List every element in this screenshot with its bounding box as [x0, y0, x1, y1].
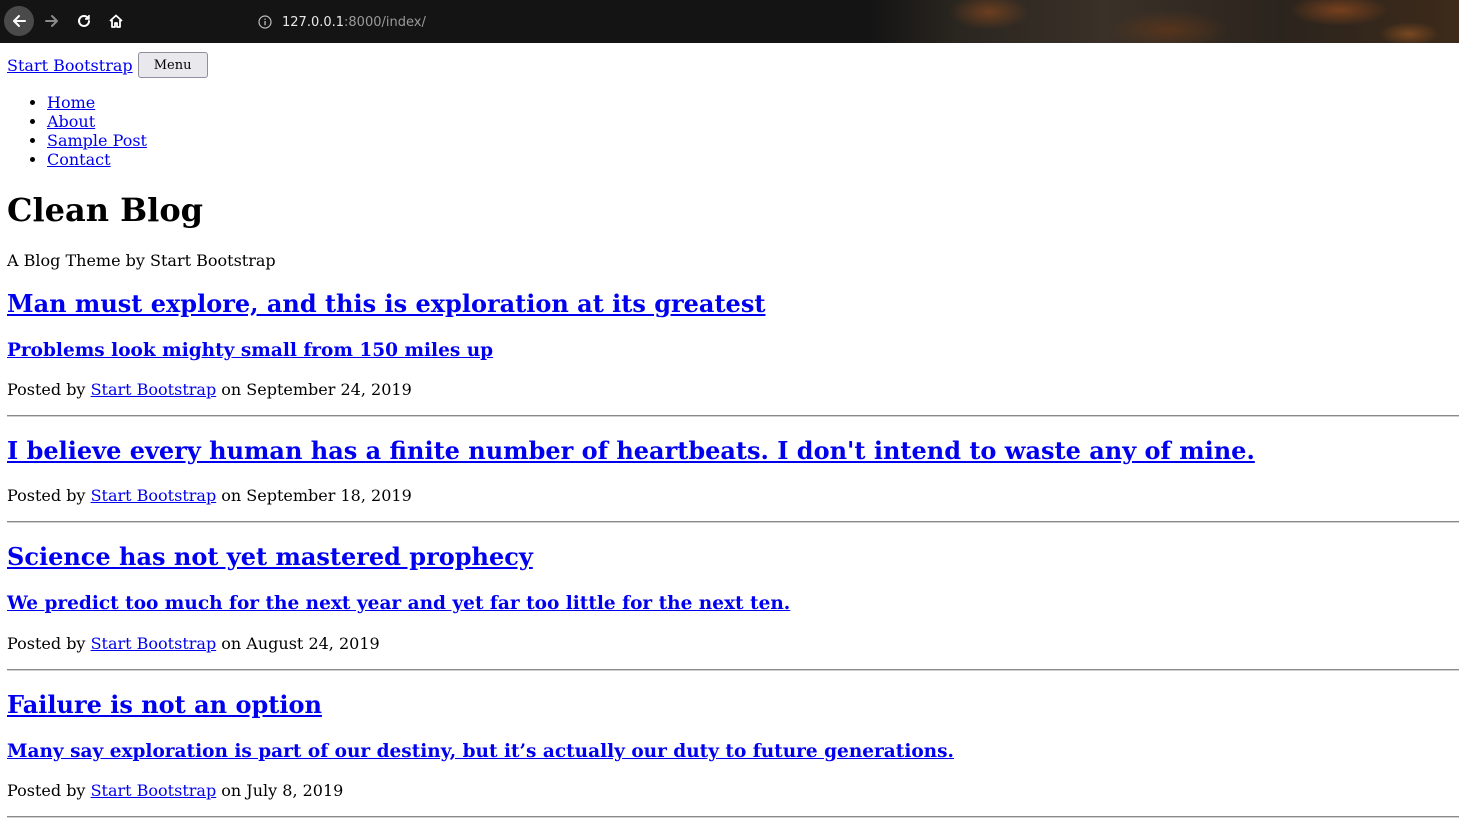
- author-link[interactable]: Start Bootstrap: [91, 781, 217, 800]
- browser-toolbar: 127.0.0.1:8000/index/: [0, 0, 1459, 43]
- nav-link-home[interactable]: Home: [47, 93, 95, 112]
- nav-link-about[interactable]: About: [47, 112, 95, 131]
- home-button[interactable]: [101, 6, 131, 36]
- post-divider: [7, 669, 1459, 671]
- post-meta: Posted by Start Bootstrap on September 2…: [7, 380, 412, 400]
- address-bar[interactable]: 127.0.0.1:8000/index/: [258, 13, 426, 31]
- info-icon[interactable]: [258, 15, 272, 29]
- reload-icon: [78, 14, 90, 27]
- post-date: on July 8, 2019: [221, 781, 344, 800]
- nav-item-home: Home: [47, 93, 147, 112]
- nav-item-contact: Contact: [47, 150, 147, 169]
- reload-button[interactable]: [69, 6, 99, 36]
- post-title-link[interactable]: Failure is not an option: [7, 690, 322, 719]
- post-title-link[interactable]: I believe every human has a finite numbe…: [7, 436, 1255, 465]
- post-divider: [7, 415, 1459, 417]
- home-icon: [109, 14, 123, 28]
- post-title: Science has not yet mastered prophecy: [7, 543, 533, 571]
- nav-link-sample-post[interactable]: Sample Post: [47, 131, 147, 150]
- post-divider: [7, 521, 1459, 523]
- back-button[interactable]: [4, 6, 34, 36]
- post-title: Failure is not an option: [7, 691, 322, 719]
- post-meta: Posted by Start Bootstrap on August 24, …: [7, 634, 380, 654]
- post-date: on August 24, 2019: [221, 634, 380, 653]
- url-host: 127.0.0.1: [282, 14, 345, 30]
- author-link[interactable]: Start Bootstrap: [91, 486, 217, 505]
- post-title-link[interactable]: Science has not yet mastered prophecy: [7, 542, 533, 571]
- author-link[interactable]: Start Bootstrap: [91, 380, 217, 399]
- browser-theme-image: [869, 0, 1459, 43]
- post-divider: [7, 816, 1459, 818]
- post-subtitle: We predict too much for the next year an…: [7, 593, 790, 615]
- posted-by-label: Posted by: [7, 781, 86, 800]
- nav-list: Home About Sample Post Contact: [47, 93, 147, 169]
- back-arrow-icon: [13, 15, 26, 27]
- nav-item-about: About: [47, 112, 147, 131]
- posted-by-label: Posted by: [7, 380, 86, 399]
- forward-arrow-icon: [45, 15, 58, 27]
- post-title-link[interactable]: Man must explore, and this is exploratio…: [7, 289, 765, 318]
- page-subtitle: A Blog Theme by Start Bootstrap: [7, 251, 276, 270]
- forward-button[interactable]: [37, 6, 67, 36]
- posted-by-label: Posted by: [7, 486, 86, 505]
- post-subtitle: Problems look mighty small from 150 mile…: [7, 340, 493, 362]
- post-subtitle-link[interactable]: We predict too much for the next year an…: [7, 593, 790, 614]
- author-link[interactable]: Start Bootstrap: [91, 634, 217, 653]
- page-title: Clean Blog: [7, 191, 204, 229]
- post-title: Man must explore, and this is exploratio…: [7, 290, 765, 318]
- navbar: Start Bootstrap Menu: [7, 52, 208, 78]
- post-meta: Posted by Start Bootstrap on July 8, 201…: [7, 781, 343, 801]
- url-path: :8000/index/: [344, 14, 426, 30]
- post-title: I believe every human has a finite numbe…: [7, 437, 1255, 465]
- posted-by-label: Posted by: [7, 634, 86, 653]
- menu-button[interactable]: Menu: [137, 52, 208, 78]
- brand-link[interactable]: Start Bootstrap: [7, 56, 133, 75]
- post-subtitle: Many say exploration is part of our dest…: [7, 741, 954, 763]
- nav-item-sample-post: Sample Post: [47, 131, 147, 150]
- post-meta: Posted by Start Bootstrap on September 1…: [7, 486, 412, 506]
- post-date: on September 18, 2019: [221, 486, 412, 505]
- post-subtitle-link[interactable]: Many say exploration is part of our dest…: [7, 741, 954, 762]
- post-date: on September 24, 2019: [221, 380, 412, 399]
- nav-link-contact[interactable]: Contact: [47, 150, 111, 169]
- post-subtitle-link[interactable]: Problems look mighty small from 150 mile…: [7, 340, 493, 361]
